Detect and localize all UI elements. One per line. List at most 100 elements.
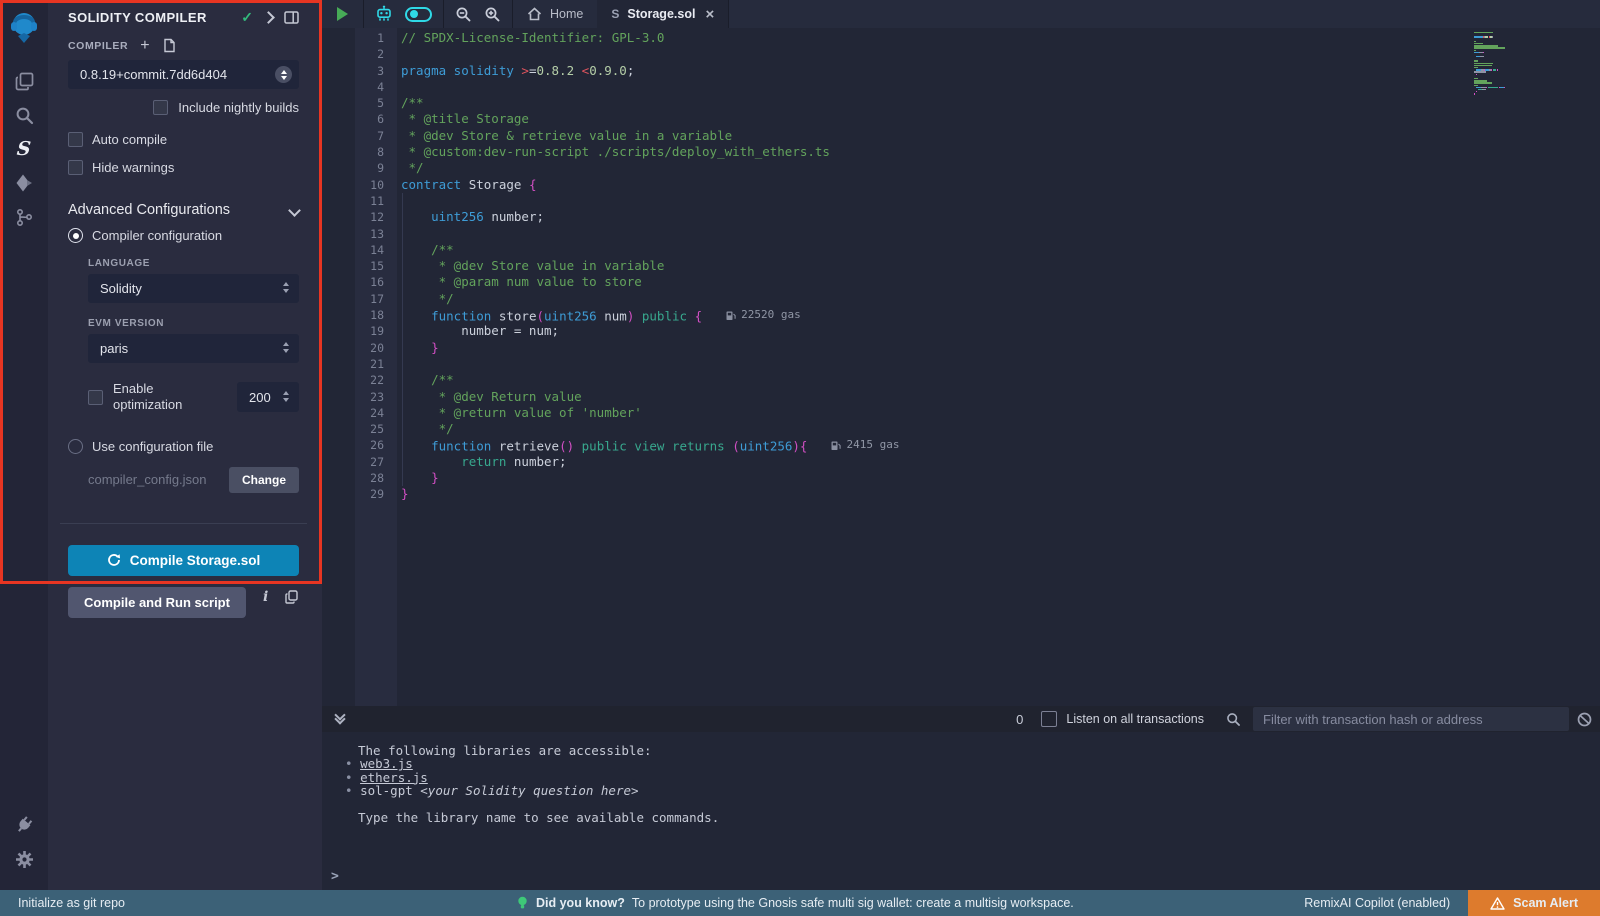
compile-and-run-button[interactable]: Compile and Run script — [68, 587, 246, 618]
solidity-compiler-icon[interactable]: S — [0, 132, 48, 166]
compiler-version-select[interactable]: 0.8.19+commit.7dd6d404 — [68, 60, 299, 89]
code-line[interactable]: 6 * @title Storage — [322, 111, 1600, 127]
enable-optimization-label: Enable optimization — [113, 381, 182, 414]
code-line[interactable]: 4 — [322, 79, 1600, 95]
version-spinner-icon — [275, 66, 292, 83]
ai-robot-icon[interactable] — [375, 5, 393, 23]
code-line[interactable]: 22 /** — [322, 372, 1600, 388]
code-line[interactable]: 11 — [322, 193, 1600, 209]
terminal[interactable]: The following libraries are accessible:•… — [322, 732, 1600, 890]
remix-logo-icon[interactable] — [0, 4, 48, 50]
terminal-line: Type the library name to see available c… — [345, 811, 1600, 824]
code-line[interactable]: 7 * @dev Store & retrieve value in a var… — [322, 128, 1600, 144]
use-configuration-file-radio[interactable] — [68, 439, 83, 454]
code-line[interactable]: 13 — [322, 226, 1600, 242]
stepper-arrows-icon — [283, 391, 289, 402]
deploy-run-icon[interactable] — [0, 166, 48, 200]
terminal-prompt[interactable]: > — [331, 869, 339, 884]
hide-warnings-checkbox[interactable] — [68, 160, 83, 175]
pin-panel-icon[interactable] — [284, 10, 299, 25]
code-line[interactable]: 5/** — [322, 95, 1600, 111]
git-icon[interactable] — [0, 200, 48, 234]
compiler-section-label: COMPILER + — [68, 38, 299, 53]
code-line[interactable]: 18 function store(uint256 num) public {2… — [322, 307, 1600, 323]
optimization-runs-input[interactable]: 200 — [237, 382, 299, 412]
close-tab-icon[interactable]: × — [705, 7, 714, 22]
clear-console-icon[interactable] — [1577, 712, 1592, 727]
compiler-configuration-radio-row[interactable]: Compiler configuration — [68, 228, 299, 243]
code-line[interactable]: 10contract Storage { — [322, 177, 1600, 193]
code-line[interactable]: 9 */ — [322, 160, 1600, 176]
code-line[interactable]: 8 * @custom:dev-run-script ./scripts/dep… — [322, 144, 1600, 160]
code-line[interactable]: 21 — [322, 356, 1600, 372]
info-icon[interactable]: i — [263, 589, 268, 605]
terminal-line: • ethers.js — [345, 771, 1600, 784]
icon-rail: S — [0, 0, 48, 890]
chevron-right-icon[interactable] — [262, 11, 275, 24]
code-line[interactable]: 24 * @return value of 'number' — [322, 405, 1600, 421]
language-select[interactable]: Solidity — [88, 274, 299, 303]
compiler-configuration-radio[interactable] — [68, 228, 83, 243]
code-line[interactable]: 1// SPDX-License-Identifier: GPL-3.0 — [322, 30, 1600, 46]
settings-gear-icon[interactable] — [0, 842, 48, 876]
auto-compile-checkbox[interactable] — [68, 132, 83, 147]
select-arrows-icon — [283, 342, 289, 353]
code-line[interactable]: 28 } — [322, 470, 1600, 486]
git-init-status[interactable]: Initialize as git repo — [18, 896, 125, 910]
evm-version-select[interactable]: paris — [88, 334, 299, 363]
copilot-toggle[interactable] — [405, 7, 432, 22]
chevron-down-icon — [288, 204, 301, 217]
code-line[interactable]: 25 */ — [322, 421, 1600, 437]
zoom-out-icon[interactable] — [455, 6, 472, 23]
compile-button[interactable]: Compile Storage.sol — [68, 545, 299, 576]
code-line[interactable]: 12 uint256 number; — [322, 209, 1600, 225]
panel-header: SOLIDITY COMPILER ✓ — [68, 2, 299, 32]
terminal-header: 0 Listen on all transactions — [322, 706, 1600, 732]
minimap[interactable] — [1474, 32, 1569, 95]
code-line[interactable]: 19 number = num; — [322, 323, 1600, 339]
evm-version-label: EVM VERSION — [88, 318, 299, 329]
code-line[interactable]: 14 /** — [322, 242, 1600, 258]
code-line[interactable]: 17 */ — [322, 291, 1600, 307]
optimization-row: Enable optimization 200 — [88, 381, 299, 414]
open-file-icon[interactable] — [162, 38, 176, 53]
code-line[interactable]: 16 * @param num value to store — [322, 274, 1600, 290]
copy-icon[interactable] — [285, 590, 298, 604]
terminal-line: • sol-gpt <your Solidity question here> — [345, 784, 1600, 797]
code-line[interactable]: 26 function retrieve() public view retur… — [322, 437, 1600, 453]
code-line[interactable]: 23 * @dev Return value — [322, 389, 1600, 405]
enable-optimization-checkbox[interactable] — [88, 390, 103, 405]
solidity-file-icon: S — [611, 7, 619, 21]
advanced-configurations-header[interactable]: Advanced Configurations — [68, 202, 299, 218]
collapse-terminal-icon[interactable] — [336, 715, 344, 723]
transaction-filter-input[interactable] — [1253, 707, 1569, 731]
include-nightly-row[interactable]: Include nightly builds — [68, 100, 299, 115]
code-line[interactable]: 3pragma solidity >=0.8.2 <0.9.0; — [322, 63, 1600, 79]
lightbulb-icon — [516, 896, 529, 910]
listen-all-transactions-label: Listen on all transactions — [1066, 712, 1204, 726]
terminal-line: • web3.js — [345, 757, 1600, 770]
include-nightly-checkbox[interactable] — [153, 100, 168, 115]
search-icon[interactable] — [0, 98, 48, 132]
code-line[interactable]: 15 * @dev Store value in variable — [322, 258, 1600, 274]
home-icon — [527, 7, 542, 21]
tab-home[interactable]: Home — [513, 0, 597, 28]
run-script-play-button[interactable] — [337, 7, 348, 21]
code-line[interactable]: 29} — [322, 486, 1600, 502]
auto-compile-row[interactable]: Auto compile — [68, 132, 299, 147]
code-editor[interactable]: 1// SPDX-License-Identifier: GPL-3.023pr… — [322, 28, 1600, 706]
code-line[interactable]: 2 — [322, 46, 1600, 62]
panel-title: SOLIDITY COMPILER — [68, 10, 241, 25]
listen-all-transactions-checkbox[interactable] — [1041, 711, 1057, 727]
plugin-manager-icon[interactable] — [0, 808, 48, 842]
change-config-button[interactable]: Change — [229, 467, 299, 493]
hide-warnings-row[interactable]: Hide warnings — [68, 160, 299, 175]
use-configuration-file-radio-row[interactable]: Use configuration file — [68, 439, 299, 454]
code-line[interactable]: 27 return number; — [322, 454, 1600, 470]
file-explorer-icon[interactable] — [0, 64, 48, 98]
scam-alert-badge[interactable]: Scam Alert — [1468, 890, 1600, 916]
code-line[interactable]: 20 } — [322, 340, 1600, 356]
zoom-in-icon[interactable] — [484, 6, 501, 23]
tab-storage-sol[interactable]: S Storage.sol × — [597, 0, 729, 28]
gas-estimate-badge: 2415 gas — [831, 437, 899, 453]
